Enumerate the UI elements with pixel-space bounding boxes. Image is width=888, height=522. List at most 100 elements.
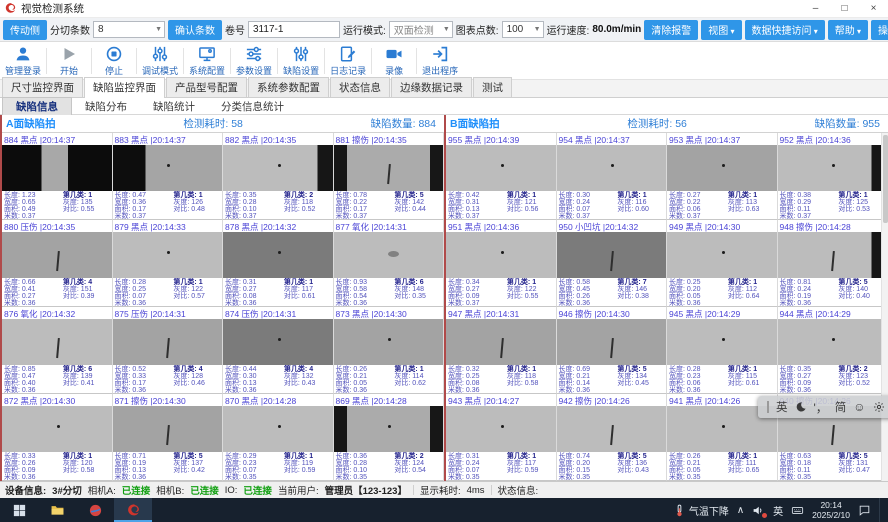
defect-grid-a: 884 黑点 |20:14:37长度: 1.23宽度: 0.65面积: 0.49… (2, 133, 444, 481)
defect-cell[interactable]: 872 黑点 |20:14:30长度: 0.33宽度: 0.26面积: 0.09… (2, 394, 113, 481)
clear-alarm-button[interactable]: 清除报警 (644, 20, 698, 40)
ime-drag-handle[interactable] (767, 401, 769, 413)
defect-cell[interactable]: 955 黑点 |20:14:39长度: 0.42宽度: 0.31面积: 0.13… (446, 133, 557, 220)
scrollbar-thumb[interactable] (883, 135, 888, 223)
confirm-count-button[interactable]: 确认条数 (168, 20, 222, 40)
emoji-icon[interactable]: ☺ (853, 400, 865, 414)
slit-count-select[interactable]: 8▼ (93, 21, 165, 38)
defect-cell[interactable]: 880 压伤 |20:14:35长度: 0.66宽度: 0.41面积: 0.27… (2, 220, 113, 307)
defect-cell[interactable]: 950 小凹坑 |20:14:32长度: 0.58宽度: 0.45面积: 0.2… (557, 220, 668, 307)
active-app-icon[interactable] (114, 498, 152, 522)
defect-cell[interactable]: 884 黑点 |20:14:37长度: 1.23宽度: 0.65面积: 0.49… (2, 133, 113, 220)
touch-keyboard-icon[interactable] (791, 504, 804, 517)
ime-punctuation-toggle[interactable]: '， (814, 399, 828, 416)
log-record-button[interactable]: 日志记录 (327, 45, 369, 77)
defect-contrast: 对比: 0.62 (394, 380, 441, 387)
ime-simplified-toggle[interactable]: 简 (835, 399, 847, 415)
drive-side-button[interactable]: 传动侧 (3, 20, 47, 40)
tab-main-0[interactable]: 尺寸监控界面 (2, 77, 83, 97)
tab-main-5[interactable]: 边缘数据记录 (391, 77, 472, 97)
count-value: 955 (862, 118, 880, 130)
tab-sub-1[interactable]: 缺陷分布 (72, 98, 140, 115)
defect-cell[interactable]: 943 黑点 |20:14:27长度: 0.31宽度: 0.24面积: 0.07… (446, 394, 557, 481)
param-settings-button[interactable]: 参数设置 (233, 45, 275, 77)
defect-cell[interactable]: 951 黑点 |20:14:36长度: 0.34宽度: 0.27面积: 0.09… (446, 220, 557, 307)
admin-login-button[interactable]: 管理登录 (2, 45, 44, 77)
defect-cell[interactable]: 883 黑点 |20:14:37长度: 0.47宽度: 0.36面积: 0.17… (113, 133, 224, 220)
defect-cell[interactable]: 870 黑点 |20:14:28长度: 0.29宽度: 0.23面积: 0.07… (223, 394, 334, 481)
defect-info: 长度: 0.34宽度: 0.27面积: 0.09米数: 0.37第几类: 1灰度… (446, 278, 556, 307)
defect-cell[interactable]: 944 黑点 |20:14:29长度: 0.35宽度: 0.27面积: 0.09… (778, 307, 888, 394)
vertical-scrollbar[interactable] (881, 133, 888, 481)
defect-cell[interactable]: 948 擦伤 |20:14:28长度: 0.81宽度: 0.24面积: 0.19… (778, 220, 888, 307)
pinned-app-icon[interactable] (76, 498, 114, 522)
defect-length: 长度: 0.81 (780, 279, 837, 286)
monitor-icon (198, 45, 216, 63)
moon-icon[interactable] (795, 401, 807, 413)
defect-mark (722, 425, 725, 428)
defect-cell[interactable]: 952 黑点 |20:14:36长度: 0.38宽度: 0.29面积: 0.11… (778, 133, 888, 220)
tab-sub-0[interactable]: 缺陷信息 (2, 97, 72, 116)
defect-cell[interactable]: 873 黑点 |20:14:30长度: 0.26宽度: 0.21面积: 0.05… (334, 307, 445, 394)
top-toolbar: 传动侧 分切条数 8▼ 确认条数 卷号 3117-1 运行模式: 双面检测▼ 图… (0, 18, 888, 42)
minimize-button[interactable]: – (801, 0, 830, 17)
defect-cell[interactable]: 945 黑点 |20:14:29长度: 0.28宽度: 0.23面积: 0.06… (667, 307, 778, 394)
defect-length: 长度: 0.29 (225, 453, 282, 460)
tray-expand-caret[interactable]: ∧ (737, 505, 744, 516)
defect-cell[interactable]: 869 黑点 |20:14:28长度: 0.36宽度: 0.28面积: 0.10… (334, 394, 445, 481)
tab-main-2[interactable]: 产品型号配置 (166, 77, 247, 97)
weather-widget[interactable]: 气温下降 (673, 503, 729, 518)
defect-meters: 米数: 0.36 (669, 300, 726, 307)
defect-cell[interactable]: 879 黑点 |20:14:33长度: 0.28宽度: 0.25面积: 0.07… (113, 220, 224, 307)
defect-cell[interactable]: 953 黑点 |20:14:37长度: 0.27宽度: 0.22面积: 0.06… (667, 133, 778, 220)
start-button[interactable]: 开始 (49, 45, 89, 77)
tab-main-4[interactable]: 状态信息 (330, 77, 390, 97)
defect-cell[interactable]: 875 压伤 |20:14:31长度: 0.52宽度: 0.33面积: 0.17… (113, 307, 224, 394)
maximize-button[interactable]: □ (830, 0, 859, 17)
roll-number-input[interactable]: 3117-1 (248, 21, 340, 38)
start-button[interactable] (0, 498, 38, 522)
defect-cell[interactable]: 954 黑点 |20:14:37长度: 0.30宽度: 0.24面积: 0.07… (557, 133, 668, 220)
system-config-button[interactable]: 系统配置 (186, 45, 228, 77)
debug-mode-button[interactable]: 调试模式 (139, 45, 181, 77)
tab-main-3[interactable]: 系统参数配置 (248, 77, 329, 97)
defect-cell[interactable]: 876 氧化 |20:14:32长度: 0.85宽度: 0.47面积: 0.40… (2, 307, 113, 394)
defect-cell[interactable]: 882 黑点 |20:14:35长度: 0.35宽度: 0.28面积: 0.10… (223, 133, 334, 220)
exit-program-button[interactable]: 退出程序 (419, 45, 461, 77)
ime-english-toggle[interactable]: 英 (776, 399, 788, 415)
ime-language-indicator[interactable]: 英 (773, 503, 783, 518)
defect-cell[interactable]: 881 擦伤 |20:14:35长度: 0.78宽度: 0.22面积: 0.17… (334, 133, 445, 220)
defect-settings-button[interactable]: 缺陷设置 (280, 45, 322, 77)
defect-metrics-right: 第几类: 7灰度: 146对比: 0.38 (617, 279, 664, 307)
defect-cell[interactable]: 874 压伤 |20:14:31长度: 0.44宽度: 0.30面积: 0.13… (223, 307, 334, 394)
defect-cell[interactable]: 949 黑点 |20:14:30长度: 0.25宽度: 0.20面积: 0.05… (667, 220, 778, 307)
defect-info: 长度: 0.85宽度: 0.47面积: 0.40米数: 0.36第几类: 6灰度… (2, 365, 112, 394)
defect-cell[interactable]: 878 黑点 |20:14:32长度: 0.31宽度: 0.27面积: 0.08… (223, 220, 334, 307)
help-menu-button[interactable]: 帮助 (828, 20, 868, 40)
run-mode-select[interactable]: 双面检测▼ (389, 21, 453, 38)
data-quick-access-button[interactable]: 数据快捷访问 (745, 20, 825, 40)
defect-cell[interactable]: 877 氧化 |20:14:31长度: 0.93宽度: 0.58面积: 0.54… (334, 220, 445, 307)
tab-main-6[interactable]: 测试 (473, 77, 512, 97)
action-center-icon[interactable] (858, 504, 871, 517)
operator-side-button[interactable]: 操作侧 (871, 20, 888, 40)
gear-icon[interactable] (873, 401, 885, 413)
clock[interactable]: 20:14 2025/2/10 (812, 500, 850, 520)
stop-button[interactable]: 停止 (94, 45, 134, 77)
defect-cell[interactable]: 942 擦伤 |20:14:26长度: 0.74宽度: 0.20面积: 0.15… (557, 394, 668, 481)
chart-points-select[interactable]: 100▼ (502, 21, 544, 38)
close-button[interactable]: × (859, 0, 888, 17)
tab-main-1[interactable]: 缺陷监控界面 (84, 77, 165, 98)
defect-cell[interactable]: 871 擦伤 |20:14:30长度: 0.71宽度: 0.19面积: 0.13… (113, 394, 224, 481)
defect-cell[interactable]: 946 擦伤 |20:14:30长度: 0.69宽度: 0.21面积: 0.14… (557, 307, 668, 394)
view-menu-button[interactable]: 视图 (701, 20, 741, 40)
tab-sub-3[interactable]: 分类信息统计 (208, 98, 297, 115)
tab-sub-2[interactable]: 缺陷统计 (140, 98, 208, 115)
volume-icon[interactable] (752, 504, 765, 517)
file-explorer-icon[interactable] (38, 498, 76, 522)
defect-area: 面积: 0.11 (780, 467, 837, 474)
show-desktop-button[interactable] (879, 498, 884, 522)
recording-button[interactable]: 录像 (374, 45, 414, 77)
defect-image (778, 319, 888, 365)
defect-cell[interactable]: 947 黑点 |20:14:31长度: 0.32宽度: 0.25面积: 0.08… (446, 307, 557, 394)
